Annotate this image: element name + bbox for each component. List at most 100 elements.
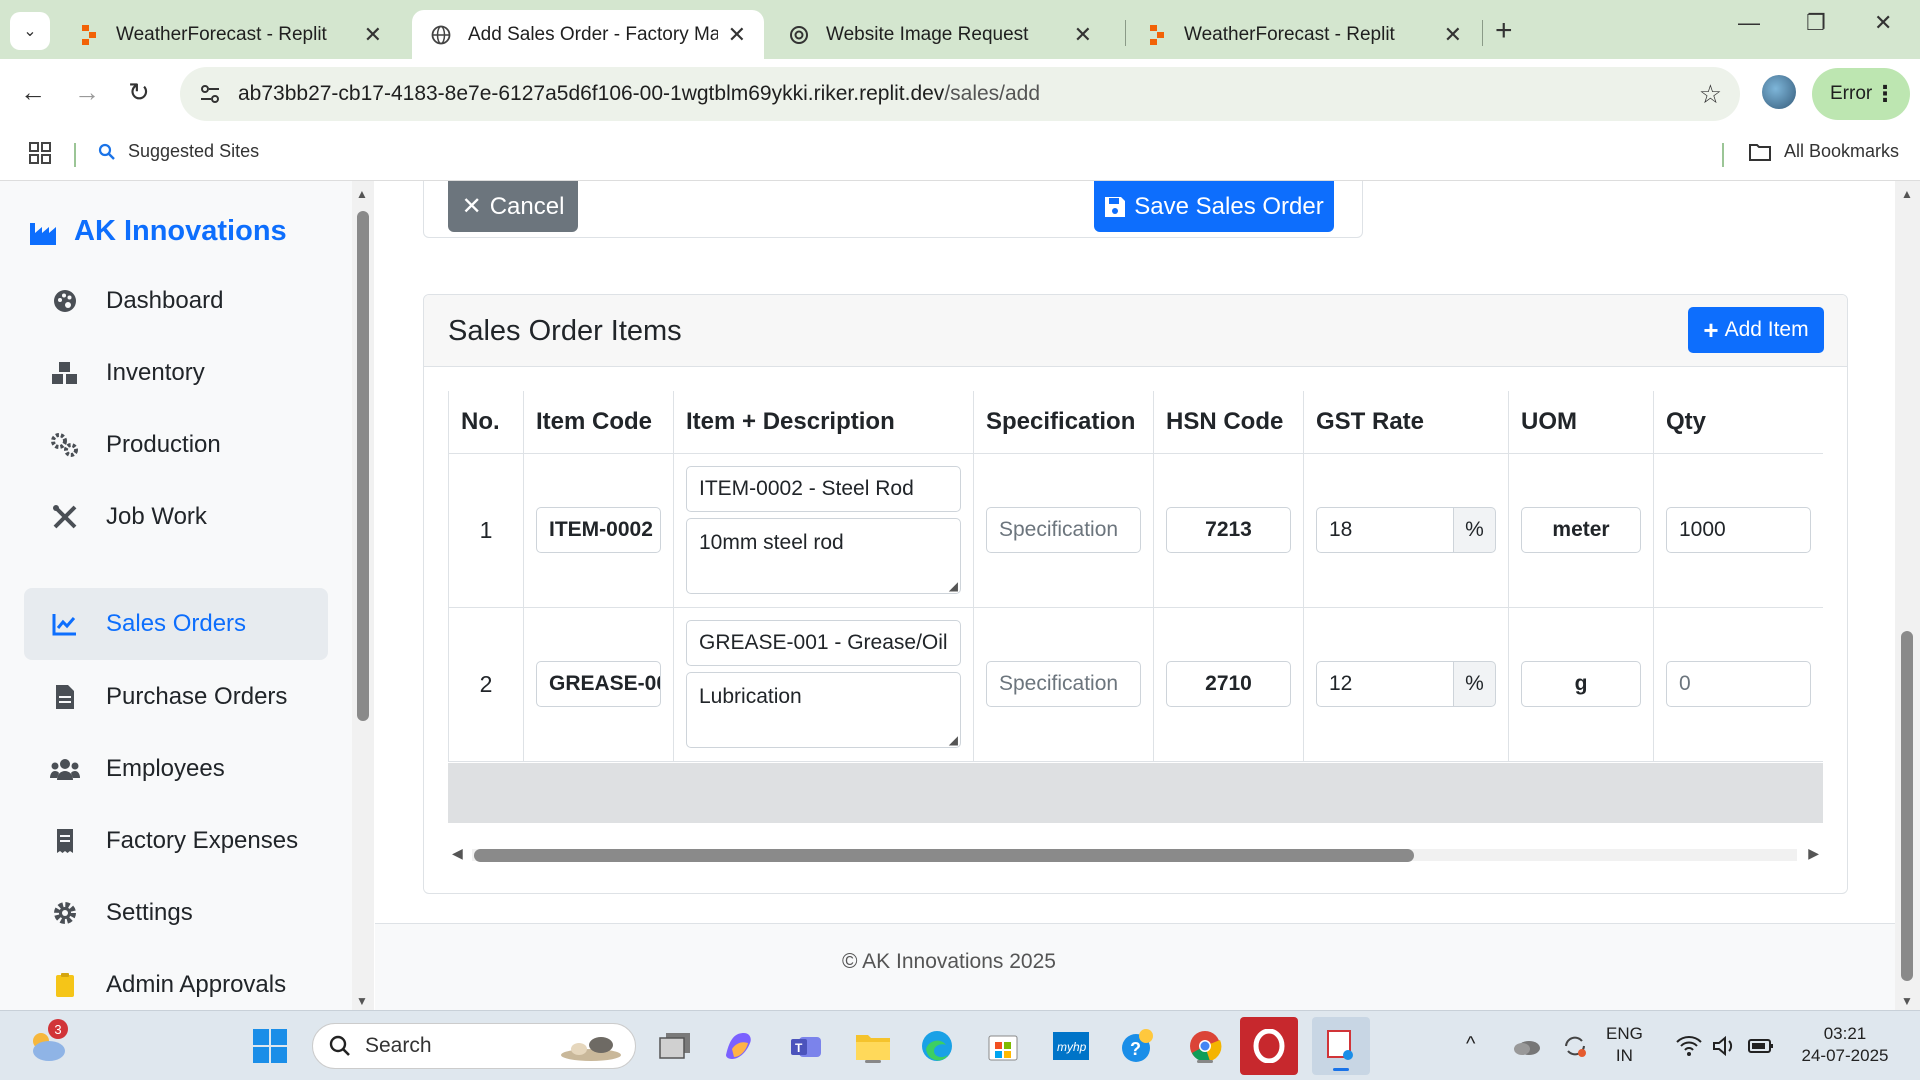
- column-header: Specification: [973, 391, 1154, 454]
- sidebar-item-factory-expenses[interactable]: Factory Expenses: [24, 805, 328, 877]
- item-code-input[interactable]: ITEM-0002: [536, 507, 661, 553]
- help-icon[interactable]: ?: [1117, 1025, 1159, 1067]
- description-textarea[interactable]: 10mm steel rod ◢: [686, 518, 961, 594]
- uom-input[interactable]: g: [1521, 661, 1641, 707]
- all-bookmarks-button[interactable]: All Bookmarks: [1748, 141, 1899, 162]
- column-header: Item Code: [523, 391, 674, 454]
- hsn-code-input[interactable]: 2710: [1166, 661, 1291, 707]
- item-select[interactable]: ITEM-0002 - Steel Rod: [686, 466, 961, 512]
- tray-overflow-chevron-icon[interactable]: ^: [1466, 1033, 1475, 1055]
- tab-search-button[interactable]: ⌄: [10, 12, 50, 50]
- chrome-icon[interactable]: [1184, 1025, 1226, 1067]
- bookmark-suggested-sites[interactable]: Suggested Sites: [98, 141, 259, 162]
- item-select[interactable]: GREASE-001 - Grease/Oil: [686, 620, 961, 666]
- sidebar-item-job-work[interactable]: Job Work: [24, 481, 328, 553]
- sidebar-item-sales-orders[interactable]: Sales Orders: [24, 588, 328, 660]
- store-icon[interactable]: [982, 1025, 1024, 1067]
- forward-arrow-icon[interactable]: →: [74, 77, 100, 108]
- snipping-tool-icon[interactable]: [1312, 1017, 1370, 1075]
- minimize-icon[interactable]: —: [1738, 10, 1760, 36]
- scroll-up-arrow-icon[interactable]: ▲: [356, 187, 368, 201]
- uom-input[interactable]: meter: [1521, 507, 1641, 553]
- scroll-down-arrow-icon[interactable]: ▼: [356, 994, 368, 1008]
- sidebar-item-employees[interactable]: Employees: [24, 733, 328, 805]
- edge-icon[interactable]: [916, 1025, 958, 1067]
- items-table-container: No. Item Code Item + Description Specifi…: [448, 391, 1823, 823]
- gst-rate-input[interactable]: 12: [1316, 661, 1454, 707]
- browser-tab[interactable]: WeatherForecast - Replit ✕: [1128, 10, 1480, 59]
- hsn-code-input[interactable]: 7213: [1166, 507, 1291, 553]
- sidebar-item-dashboard[interactable]: Dashboard: [24, 265, 328, 337]
- myhp-icon[interactable]: myhp: [1050, 1025, 1092, 1067]
- specification-input[interactable]: Specification: [986, 507, 1141, 553]
- opera-icon[interactable]: [1240, 1017, 1298, 1075]
- qty-input[interactable]: 1000: [1666, 507, 1811, 553]
- site-settings-icon[interactable]: [198, 82, 222, 106]
- close-icon[interactable]: ✕: [1444, 22, 1462, 48]
- main-content: ✕ Cancel Save Sales Order Sales Order It…: [375, 181, 1895, 1010]
- sidebar-scrollbar[interactable]: ▲ ▼: [352, 181, 374, 1010]
- browser-tab-active[interactable]: Add Sales Order - Factory Mana ✕: [412, 10, 764, 59]
- scroll-right-arrow-icon[interactable]: ▶: [1808, 845, 1819, 862]
- url-path: /sales/add: [944, 82, 1041, 105]
- close-icon[interactable]: ✕: [728, 22, 746, 48]
- weather-widget[interactable]: 3: [26, 1019, 68, 1067]
- save-sales-order-button[interactable]: Save Sales Order: [1094, 181, 1334, 232]
- page-scrollbar[interactable]: ▲ ▼: [1895, 181, 1920, 1010]
- add-item-button[interactable]: + Add Item: [1688, 307, 1824, 353]
- region-text: IN: [1615, 1046, 1633, 1065]
- scroll-down-arrow-icon[interactable]: ▼: [1901, 994, 1913, 1008]
- browser-tab[interactable]: Website Image Request ✕: [770, 10, 1110, 59]
- reload-icon[interactable]: ↻: [128, 77, 150, 108]
- sidebar-item-settings[interactable]: Settings: [24, 877, 328, 949]
- bookmark-star-icon[interactable]: ☆: [1699, 79, 1722, 110]
- close-icon[interactable]: ✕: [364, 22, 382, 48]
- language-indicator[interactable]: ENG IN: [1606, 1023, 1643, 1067]
- notification-badge: 3: [48, 1019, 68, 1039]
- industry-icon: [30, 222, 56, 245]
- profile-error-button[interactable]: Error ⋮: [1812, 68, 1910, 120]
- task-view-icon[interactable]: [654, 1025, 696, 1067]
- teams-icon[interactable]: T: [785, 1025, 827, 1067]
- description-textarea[interactable]: Lubrication ◢: [686, 672, 961, 748]
- battery-icon[interactable]: [1740, 1025, 1782, 1067]
- scroll-left-arrow-icon[interactable]: ◀: [452, 845, 463, 862]
- qty-input[interactable]: 0: [1666, 661, 1811, 707]
- taskbar-search[interactable]: Search: [312, 1023, 636, 1069]
- brand[interactable]: AK Innovations: [30, 215, 287, 248]
- sidebar-item-purchase-orders[interactable]: Purchase Orders: [24, 661, 328, 733]
- sidebar-item-production[interactable]: Production: [24, 409, 328, 481]
- sidebar-item-admin-approvals[interactable]: Admin Approvals: [24, 949, 328, 1010]
- restore-icon[interactable]: ❐: [1806, 10, 1826, 36]
- sidebar-item-inventory[interactable]: Inventory: [24, 337, 328, 409]
- address-bar[interactable]: ab73bb27-cb17-4183-8e7e-6127a5d6f106-00-…: [180, 67, 1740, 121]
- apps-grid-icon[interactable]: [28, 141, 52, 165]
- close-window-icon[interactable]: ✕: [1874, 10, 1892, 36]
- scrollbar-thumb[interactable]: [357, 211, 369, 721]
- close-icon[interactable]: ✕: [1074, 22, 1092, 48]
- resize-grip-icon[interactable]: ◢: [949, 579, 958, 593]
- scroll-up-arrow-icon[interactable]: ▲: [1901, 187, 1913, 201]
- onedrive-icon[interactable]: [1506, 1025, 1548, 1067]
- back-arrow-icon[interactable]: ←: [20, 77, 46, 108]
- cancel-button[interactable]: ✕ Cancel: [448, 181, 578, 232]
- scrollbar-thumb[interactable]: [474, 849, 1414, 862]
- scrollbar-thumb[interactable]: [1901, 631, 1913, 981]
- more-vert-icon[interactable]: ⋮: [1874, 81, 1896, 107]
- qty-cell: 1000: [1653, 452, 1823, 608]
- start-button[interactable]: [249, 1025, 291, 1067]
- specification-input[interactable]: Specification: [986, 661, 1141, 707]
- item-code-input[interactable]: GREASE-001: [536, 661, 661, 707]
- clock[interactable]: 03:21 24-07-2025: [1790, 1023, 1900, 1067]
- table-horizontal-scrollbar[interactable]: ◀ ▶: [448, 843, 1823, 867]
- sync-icon[interactable]: [1554, 1025, 1596, 1067]
- resize-grip-icon[interactable]: ◢: [949, 733, 958, 747]
- browser-tab[interactable]: WeatherForecast - Replit ✕: [60, 10, 400, 59]
- new-tab-button[interactable]: +: [1495, 14, 1513, 48]
- gst-rate-input[interactable]: 18: [1316, 507, 1454, 553]
- chart-line-icon: [50, 610, 80, 638]
- file-explorer-icon[interactable]: [852, 1025, 894, 1067]
- sidebar-item-label: Employees: [106, 755, 225, 782]
- copilot-icon[interactable]: [718, 1025, 760, 1067]
- profile-avatar[interactable]: [1762, 75, 1796, 109]
